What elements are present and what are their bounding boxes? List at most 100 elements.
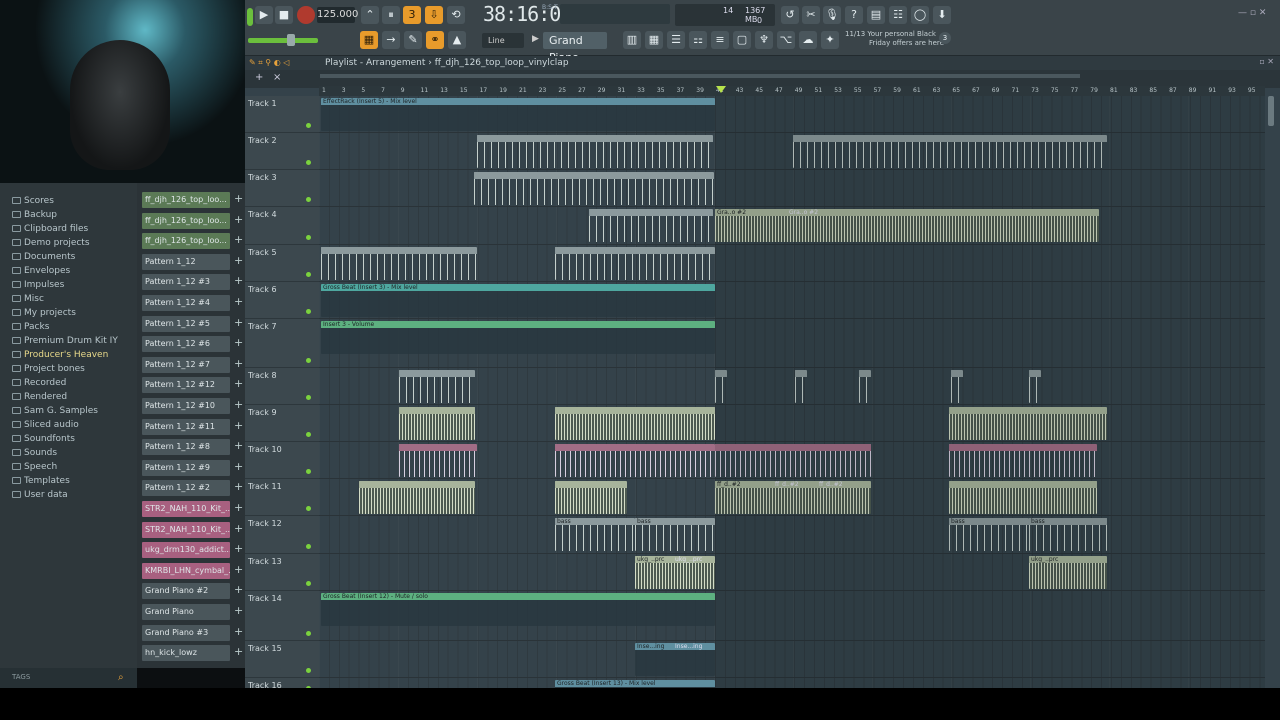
picker-item[interactable]: STR2_NAH_110_Kit_... xyxy=(142,501,230,517)
picker-item[interactable]: ff_djh_126_top_loo... xyxy=(142,192,230,208)
search-icon[interactable]: ⌕ xyxy=(118,672,130,684)
window-controls[interactable]: — ▫ ✕ xyxy=(1238,8,1266,18)
track-header[interactable]: Track 6 xyxy=(245,282,319,319)
track-mute-led[interactable] xyxy=(306,160,311,165)
playlist-window-controls[interactable]: ▫ ✕ xyxy=(1259,57,1274,66)
add-icon[interactable]: + xyxy=(234,501,244,514)
track-mute-led[interactable] xyxy=(306,544,311,549)
snap-icon[interactable]: ▦ xyxy=(360,31,378,49)
master-volume-slider[interactable] xyxy=(248,38,318,43)
picker-item[interactable]: Grand Piano #3 xyxy=(142,624,230,641)
playlist-clip[interactable] xyxy=(555,481,627,514)
playlist-clip[interactable] xyxy=(474,172,714,205)
save-icon[interactable]: ▤ xyxy=(867,6,885,24)
browser-item[interactable]: Templates xyxy=(12,476,70,486)
track-mute-led[interactable] xyxy=(306,469,311,474)
track-mute-led[interactable] xyxy=(306,432,311,437)
track-header[interactable]: Track 12 xyxy=(245,516,319,554)
playlist-clip[interactable]: Gross Beat (Insert 12) - Mute / solo xyxy=(321,593,715,626)
track-mute-led[interactable] xyxy=(306,197,311,202)
track-header[interactable]: Track 8 xyxy=(245,368,319,405)
picker-item[interactable]: Pattern 1_12 #3 xyxy=(142,274,230,291)
track-mute-led[interactable] xyxy=(306,668,311,673)
playlist-clip[interactable] xyxy=(555,407,715,440)
cloud-icon[interactable]: ☁ xyxy=(799,31,817,49)
track-header[interactable]: Track 5 xyxy=(245,245,319,282)
track-mute-led[interactable] xyxy=(306,358,311,363)
track-mute-led[interactable] xyxy=(306,506,311,511)
picker-item[interactable]: Grand Piano #2 xyxy=(142,583,230,600)
picker-item[interactable]: Pattern 1_12 #7 xyxy=(142,356,230,373)
blend-notes-icon[interactable]: ⇩ xyxy=(425,6,443,24)
picker-item[interactable]: Pattern 1_12 #8 xyxy=(142,439,230,456)
track-mute-led[interactable] xyxy=(306,395,311,400)
track-header[interactable]: Track 3 xyxy=(245,170,319,207)
add-icon[interactable]: + xyxy=(234,274,244,287)
picker-item[interactable]: ff_djh_126_top_loo... xyxy=(142,233,230,250)
channel-rack-icon[interactable]: ⚏ xyxy=(689,31,707,49)
help-icon[interactable]: ? xyxy=(845,6,863,24)
browser-item[interactable]: Recorded xyxy=(12,378,66,388)
close-track-icon[interactable]: × xyxy=(273,72,281,83)
add-icon[interactable]: + xyxy=(234,625,244,638)
browser-item[interactable]: Scores xyxy=(12,196,54,206)
picker-item[interactable]: Pattern 1_12 #12 xyxy=(142,377,230,394)
browser-item[interactable]: My projects xyxy=(12,308,76,318)
browser-item[interactable]: Demo projects xyxy=(12,238,90,248)
playlist-clip[interactable] xyxy=(589,209,713,242)
browser-item[interactable]: Speech xyxy=(12,462,57,472)
mixer-icon[interactable]: ☷ xyxy=(889,6,907,24)
browser-item[interactable]: Backup xyxy=(12,210,57,220)
picker-item[interactable]: Pattern 1_12 #9 xyxy=(142,459,230,476)
vertical-scrollbar[interactable] xyxy=(1268,96,1274,126)
playlist-clip[interactable]: bass xyxy=(635,518,715,551)
picker-item[interactable]: Pattern 1_12 #10 xyxy=(142,398,230,414)
track-mute-led[interactable] xyxy=(306,581,311,586)
play-icon[interactable]: ▶ xyxy=(255,6,273,24)
track-header[interactable]: Track 10 xyxy=(245,442,319,479)
snap-select[interactable]: Line xyxy=(482,33,524,48)
pencil-icon[interactable]: ✎ xyxy=(404,31,422,49)
playlist-clip[interactable]: Insert 3 - Volume xyxy=(321,321,715,354)
track-header[interactable]: Track 14 xyxy=(245,591,319,641)
add-icon[interactable]: + xyxy=(234,192,244,205)
add-icon[interactable]: + xyxy=(234,213,244,226)
playlist-clip[interactable] xyxy=(321,247,477,280)
add-icon[interactable]: + xyxy=(234,295,244,308)
browser-item[interactable]: Clipboard files xyxy=(12,224,88,234)
picker-item[interactable]: STR2_NAH_110_Kit_... xyxy=(142,521,230,538)
add-icon[interactable]: + xyxy=(234,563,244,576)
track-header[interactable]: Track 7 xyxy=(245,319,319,368)
track-header[interactable]: Track 15 xyxy=(245,641,319,678)
track-header[interactable]: Track 9 xyxy=(245,405,319,442)
track-header[interactable]: Track 11 xyxy=(245,479,319,516)
playlist-clip[interactable]: Gross Beat (Insert 13) - Mix level xyxy=(555,680,715,688)
microphone-icon[interactable]: 🎙 xyxy=(823,6,841,24)
channel-arrow-icon[interactable]: ▶ xyxy=(532,34,542,48)
browser-icon[interactable]: ▢ xyxy=(733,31,751,49)
picker-item[interactable]: Grand Piano xyxy=(142,604,230,620)
link-icon[interactable]: ⚭ xyxy=(426,31,444,49)
horizontal-scrollbar[interactable] xyxy=(320,74,1080,78)
stamp-icon[interactable]: ▲ xyxy=(448,31,466,49)
browser-item[interactable]: Misc xyxy=(12,294,44,304)
mixer-view-icon[interactable]: ☰ xyxy=(667,31,685,49)
add-icon[interactable]: + xyxy=(234,542,244,555)
add-icon[interactable]: + xyxy=(234,336,244,349)
browser-item[interactable]: Packs xyxy=(12,322,49,332)
picker-item[interactable]: Pattern 1_12 #5 xyxy=(142,315,230,332)
picker-item[interactable]: Pattern 1_12 #6 xyxy=(142,336,230,353)
playlist-clip[interactable] xyxy=(399,407,475,440)
picker-item[interactable]: Pattern 1_12 #11 xyxy=(142,418,230,435)
track-header[interactable]: Track 1 xyxy=(245,96,319,133)
browser-item[interactable]: Sliced audio xyxy=(12,420,79,430)
add-icon[interactable]: + xyxy=(234,377,244,390)
picker-item[interactable]: Pattern 1_12 #2 xyxy=(142,480,230,497)
timeline-ruler[interactable]: 1 3 5 7 9 11 13 15 17 19 21 23 25 27 29 31 33 35 37 39 41 43 4… xyxy=(319,86,1265,96)
playlist-clip[interactable] xyxy=(477,135,713,168)
browser-item[interactable]: Impulses xyxy=(12,280,64,290)
cut-icon[interactable]: ✂ xyxy=(802,6,820,24)
add-icon[interactable]: + xyxy=(234,233,244,246)
track-mute-led[interactable] xyxy=(306,309,311,314)
playlist-tool-icons[interactable]: ✎ ⌗ ⚲ ◐ ◁ xyxy=(249,58,289,68)
